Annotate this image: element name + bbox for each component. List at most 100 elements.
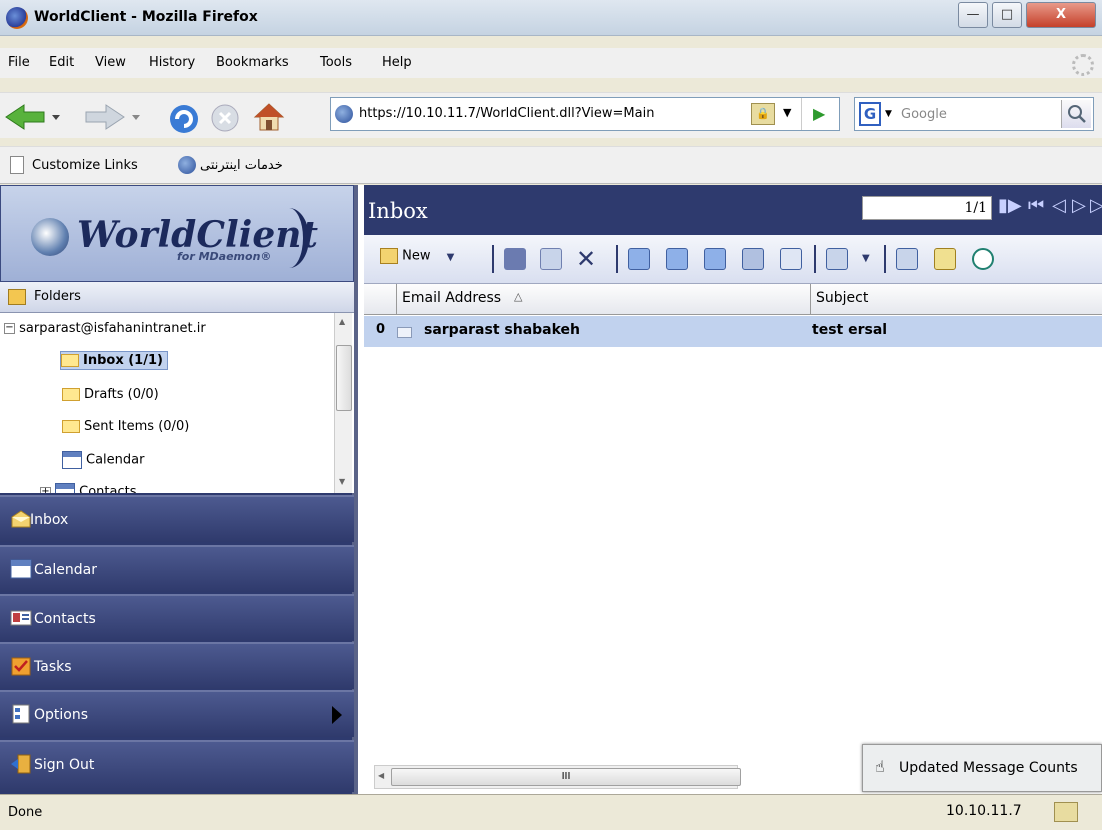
page-go-icon[interactable]: ▮▶ <box>998 195 1022 216</box>
reload-button[interactable] <box>168 103 200 135</box>
forward-arrow-icon <box>85 104 140 130</box>
search-button[interactable] <box>1061 100 1091 128</box>
menu-file[interactable]: File <box>8 55 30 70</box>
notification-toast[interactable]: ☝ Updated Message Counts <box>862 744 1102 792</box>
move-icon[interactable] <box>540 248 562 270</box>
nav-inbox[interactable]: Inbox <box>0 495 354 542</box>
next-page-icon[interactable]: ▷ <box>1072 195 1086 216</box>
reply-icon[interactable] <box>628 248 650 270</box>
layout-icon[interactable] <box>826 248 848 270</box>
menu-help[interactable]: Help <box>382 55 412 70</box>
title-bar: WorldClient - Mozilla Firefox — □ X <box>0 0 1102 36</box>
go-icon[interactable]: ▶ <box>813 104 825 123</box>
nav-sign-out[interactable]: Sign Out <box>0 740 354 792</box>
layout-dropdown-icon[interactable]: ▼ <box>862 253 870 264</box>
nav-tasks-label: Tasks <box>34 659 72 675</box>
search-mail-icon[interactable] <box>934 248 956 270</box>
inbox-icon <box>11 510 31 528</box>
customize-links-link[interactable]: Customize Links <box>32 158 138 173</box>
toolbar-separator <box>492 245 494 273</box>
folder-scroll-thumb[interactable] <box>336 345 352 411</box>
account-node[interactable]: − sarparast@isfahanintranet.ir <box>4 321 206 336</box>
expand-icon[interactable]: + <box>40 486 51 493</box>
folder-drafts-label: Drafts (0/0) <box>84 387 159 402</box>
hand-cursor-icon: ☝ <box>875 757 885 776</box>
status-lock-icon[interactable] <box>1054 802 1078 822</box>
nav-contacts-label: Contacts <box>34 611 96 627</box>
message-from: sarparast shabakeh <box>424 322 581 338</box>
collapse-icon[interactable]: − <box>4 323 15 334</box>
home-button[interactable] <box>252 101 286 133</box>
empty-trash-icon[interactable] <box>972 248 994 270</box>
close-button[interactable]: X <box>1026 2 1096 28</box>
new-dropdown-icon[interactable]: ▼ <box>447 252 455 263</box>
first-page-icon[interactable]: ⏮ <box>1028 195 1044 216</box>
hscroll-thumb[interactable]: III <box>391 768 741 786</box>
menu-bookmarks[interactable]: Bookmarks <box>216 55 289 70</box>
folder-drafts[interactable]: Drafts (0/0) <box>62 387 159 402</box>
home-icon <box>253 103 285 131</box>
logo-swoosh <box>269 208 309 268</box>
google-icon[interactable]: G <box>859 102 881 126</box>
forward-icon[interactable] <box>704 248 726 270</box>
url-text[interactable]: https://10.10.11.7/WorldClient.dll?View=… <box>359 106 654 121</box>
view-source-icon[interactable] <box>780 248 802 270</box>
nav-options[interactable]: Options <box>0 690 354 737</box>
folder-sent[interactable]: Sent Items (0/0) <box>62 419 189 434</box>
url-bar[interactable]: https://10.10.11.7/WorldClient.dll?View=… <box>330 97 840 131</box>
search-input[interactable]: Google <box>901 107 947 122</box>
logo-subtitle: for MDaemon® <box>177 250 272 263</box>
options-icon <box>12 704 30 724</box>
calendar-icon <box>10 559 32 579</box>
menu-view[interactable]: View <box>95 55 126 70</box>
nav-options-label: Options <box>34 707 89 723</box>
email-address-column[interactable]: Email Address <box>402 290 501 306</box>
stop-button[interactable] <box>210 103 240 133</box>
ssl-lock-icon[interactable]: 🔒 <box>751 103 775 125</box>
folder-contacts-label: Contacts <box>79 484 137 494</box>
search-box[interactable]: G ▼ Google <box>854 97 1094 131</box>
url-dropdown-icon[interactable]: ▼ <box>783 106 791 119</box>
last-page-icon[interactable]: ▷ <box>1090 195 1102 216</box>
nav-calendar-label: Calendar <box>34 562 97 578</box>
attachment-icon: 0 <box>376 322 386 337</box>
folder-sent-label: Sent Items (0/0) <box>84 419 190 434</box>
bookmarks-toolbar: Customize Links خدمات اینترنتی <box>0 146 1102 184</box>
print-icon[interactable] <box>504 248 526 270</box>
submenu-arrow-icon <box>332 706 342 724</box>
folder-inbox-label: Inbox (1/1) <box>83 353 163 368</box>
menu-edit[interactable]: Edit <box>49 55 74 70</box>
internet-services-link[interactable]: خدمات اینترنتی <box>200 158 283 173</box>
nav-tasks[interactable]: Tasks <box>0 642 354 689</box>
back-button[interactable] <box>4 103 64 131</box>
message-row[interactable]: 0 sarparast shabakeh test ersal <box>364 316 1102 347</box>
options-toolbar-icon[interactable] <box>896 248 918 270</box>
new-button[interactable]: New ▼ <box>380 248 464 272</box>
nav-contacts[interactable]: Contacts <box>0 594 354 641</box>
sidebar: WorldClient for MDaemon® Folders − sarpa… <box>0 185 358 794</box>
message-list-hscrollbar[interactable]: ◀ III <box>374 765 741 789</box>
maximize-button[interactable]: □ <box>992 2 1022 28</box>
browser-window: WorldClient - Mozilla Firefox — □ X File… <box>0 0 1102 830</box>
sign-out-icon <box>11 754 31 774</box>
page-indicator[interactable]: 1/1 <box>862 196 992 220</box>
menu-tools[interactable]: Tools <box>320 55 352 70</box>
search-engine-dropdown-icon[interactable]: ▼ <box>885 109 892 119</box>
forward-button[interactable] <box>84 103 144 131</box>
calendar-icon <box>62 451 82 469</box>
nav-calendar[interactable]: Calendar <box>0 545 354 592</box>
subject-column[interactable]: Subject <box>816 290 868 306</box>
prev-page-icon[interactable]: ◁ <box>1052 195 1066 216</box>
folder-contacts[interactable]: + Contacts <box>40 483 137 493</box>
tasks-icon <box>11 657 31 676</box>
folder-calendar[interactable]: Calendar <box>62 451 144 469</box>
menu-history[interactable]: History <box>149 55 195 70</box>
folder-inbox[interactable]: Inbox (1/1) <box>60 351 168 370</box>
delete-icon[interactable]: ✕ <box>576 245 596 273</box>
reply-all-icon[interactable] <box>666 248 688 270</box>
minimize-button[interactable]: — <box>958 2 988 28</box>
mail-toolbar: New ▼ ✕ ▼ <box>364 235 1102 284</box>
toolbar-separator <box>616 245 618 273</box>
folder-scrollbar[interactable]: ▲ ▼ <box>334 313 352 493</box>
addressbook-icon[interactable] <box>742 248 764 270</box>
